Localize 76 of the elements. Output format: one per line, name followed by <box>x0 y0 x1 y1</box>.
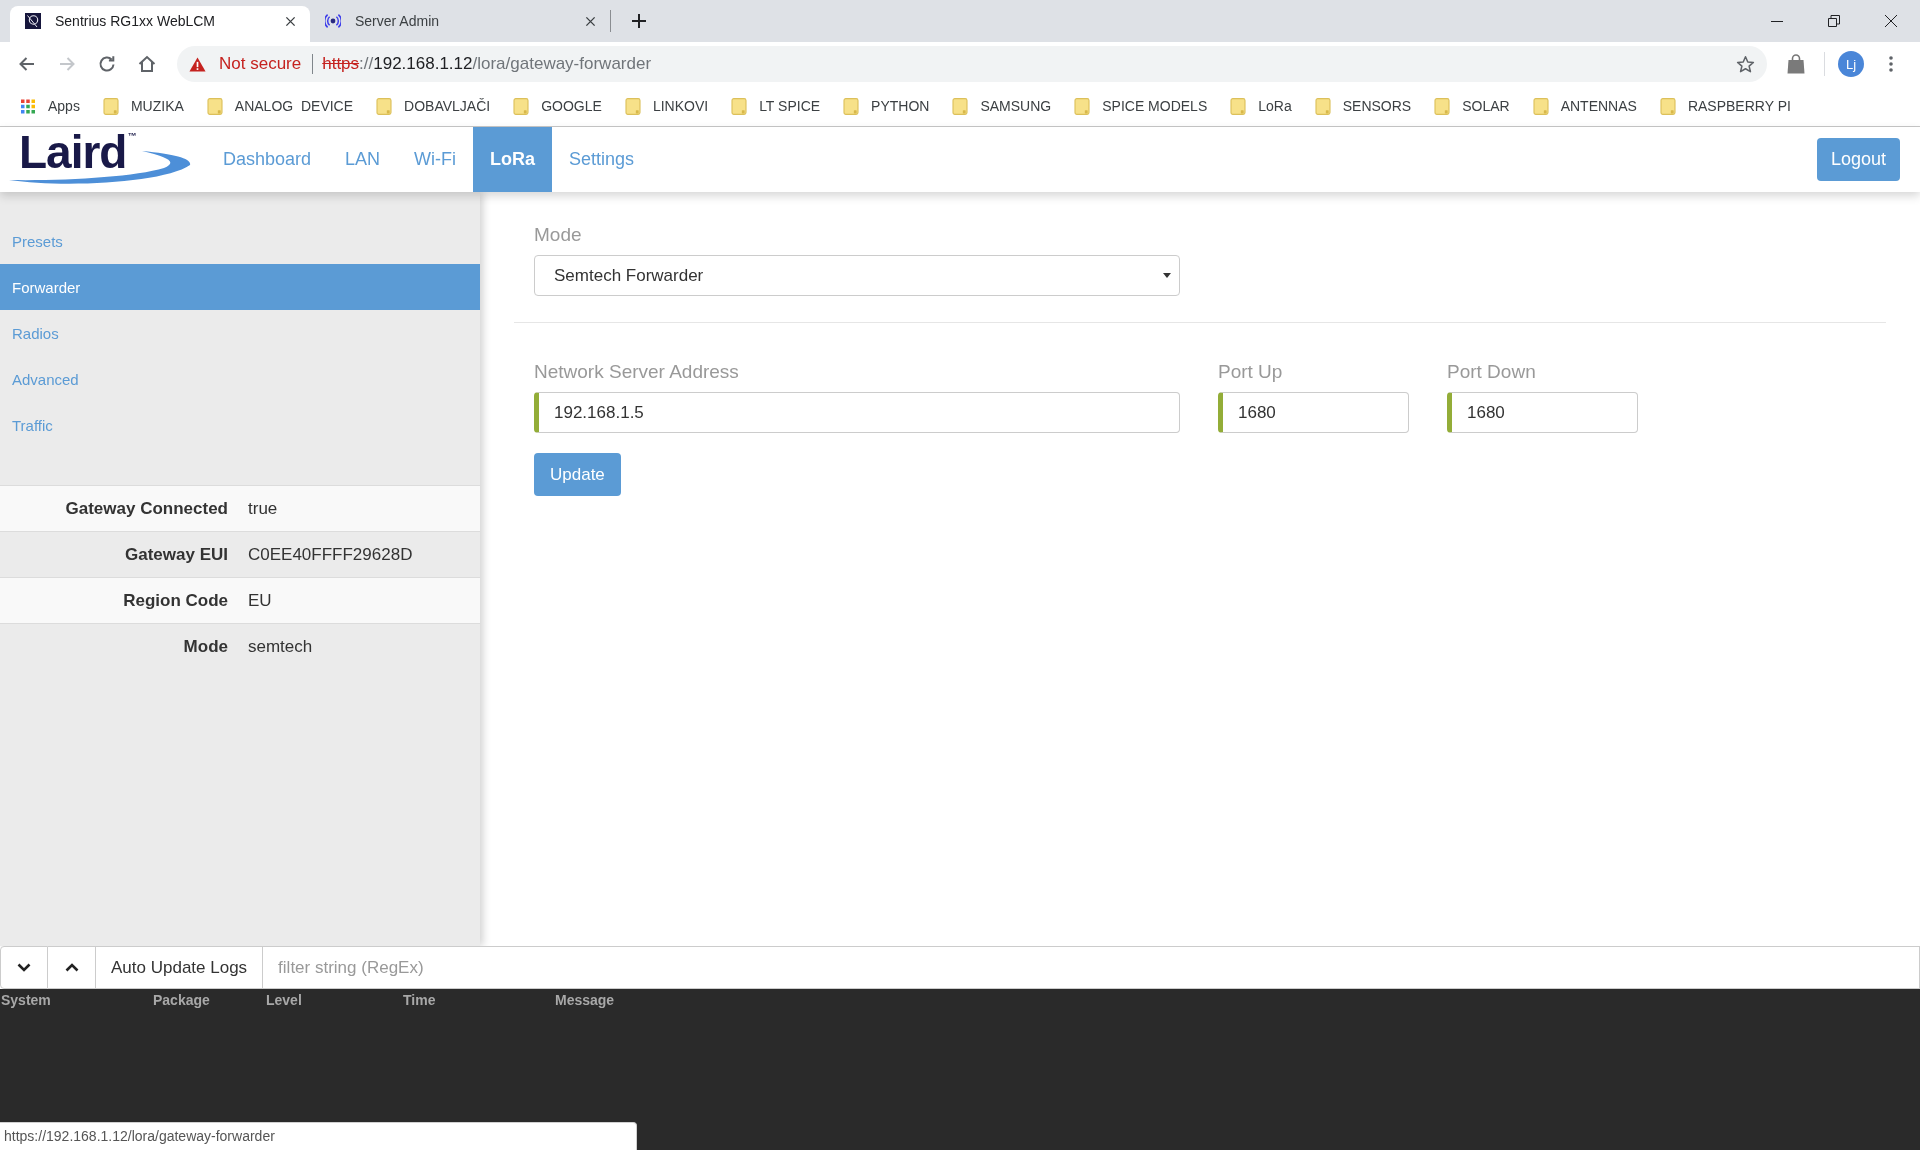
close-icon[interactable] <box>285 15 296 27</box>
input-field[interactable]: 1680 <box>1447 392 1638 433</box>
browser-tab[interactable]: Sentrius RG1xx WebLCM <box>10 6 310 42</box>
home-icon[interactable] <box>137 54 157 74</box>
info-value: semtech <box>248 636 313 657</box>
bookmark[interactable]: SAMSUNG <box>952 97 1052 115</box>
bookmark[interactable]: PYTHON <box>843 97 930 115</box>
bookmark[interactable]: SOLAR <box>1434 97 1510 115</box>
folder-icon <box>376 97 393 115</box>
auto-update-button[interactable]: Auto Update Logs <box>96 946 264 989</box>
bookmark[interactable]: ANALOG DEVICE <box>206 97 354 115</box>
folder-icon <box>731 97 748 115</box>
favicon-icon <box>25 13 41 29</box>
bookmark[interactable]: Apps <box>20 97 80 115</box>
caret-icon <box>1163 273 1171 278</box>
bookmark[interactable]: SENSORS <box>1314 97 1412 115</box>
input-field[interactable]: 1680 <box>1218 392 1409 433</box>
info-value: C0EE40FFFF29628D <box>248 544 413 565</box>
star-icon[interactable] <box>1736 54 1755 74</box>
folder-icon <box>1659 97 1676 115</box>
restore-icon[interactable] <box>1828 15 1840 27</box>
status-url: https://192.168.1.12/lora/gateway-forwarder <box>0 1122 637 1150</box>
column-header: Time <box>403 992 436 1008</box>
info-label: Gateway EUI <box>125 544 228 565</box>
column-header: System <box>1 992 51 1008</box>
info-label: Mode <box>183 636 228 657</box>
info-label: Region Code <box>123 590 228 611</box>
new-tab-icon[interactable] <box>632 14 646 28</box>
folder-icon <box>1434 97 1451 115</box>
column-header: Message <box>555 992 615 1008</box>
folder-icon <box>206 97 223 115</box>
close-icon[interactable] <box>585 15 596 27</box>
filter-input[interactable]: filter string (RegEx) <box>263 946 1920 989</box>
mode-select[interactable]: Semtech Forwarder <box>534 255 1180 296</box>
info-value: EU <box>248 590 272 611</box>
field-label: Port Up <box>1218 361 1284 383</box>
folder-icon <box>1074 97 1091 115</box>
input-field[interactable]: 192.168.1.5 <box>534 392 1180 433</box>
security-label[interactable]: Not secure <box>219 54 302 74</box>
bookmark[interactable]: LT SPICE <box>731 97 821 115</box>
bookmark[interactable]: DOBAVLJAČI <box>376 97 491 115</box>
bookmark[interactable]: RASPBERRY PI <box>1659 97 1791 115</box>
menu-icon[interactable] <box>1889 56 1893 72</box>
signal-icon <box>325 13 341 29</box>
browser-tab[interactable]: Server Admin <box>310 6 610 42</box>
address-bar[interactable]: Not secure https://192.168.1.12/lora/gateway-forwarder <box>177 46 1767 82</box>
folder-icon <box>1532 97 1549 115</box>
chevron-up-icon <box>64 963 79 972</box>
folder-icon <box>624 97 641 115</box>
folder-icon <box>513 97 530 115</box>
field-label: Network Server Address <box>534 361 740 383</box>
bookmark[interactable]: SPICE MODELS <box>1074 97 1208 115</box>
folder-icon <box>102 97 119 115</box>
field-label: Port Down <box>1447 361 1537 383</box>
reload-icon[interactable] <box>97 54 117 74</box>
shopping-bag-icon[interactable] <box>1787 54 1805 74</box>
folder-icon <box>1314 97 1331 115</box>
folder-icon <box>952 97 969 115</box>
apps-grid-icon <box>20 97 36 115</box>
url-text[interactable]: https://192.168.1.12/lora/gateway-forwarder <box>322 54 652 74</box>
field-label: Mode <box>534 224 582 246</box>
folder-icon <box>1230 97 1247 115</box>
bookmark[interactable]: LINKOVI <box>624 97 709 115</box>
folder-icon <box>843 97 860 115</box>
info-value: true <box>248 498 278 519</box>
bookmark[interactable]: LoRa <box>1230 97 1292 115</box>
bookmark[interactable]: MUZIKA <box>102 97 184 115</box>
bookmark[interactable]: GOOGLE <box>513 97 602 115</box>
profile-avatar[interactable]: Lj <box>1838 51 1864 77</box>
close-icon[interactable] <box>1885 15 1897 27</box>
bookmark[interactable]: ANTENNAS <box>1532 97 1637 115</box>
column-header: Package <box>153 992 210 1008</box>
logo-text: Laird$^{™}$ <box>19 129 137 175</box>
column-header: Level <box>266 992 302 1008</box>
info-label: Gateway Connected <box>65 498 228 519</box>
chevron-down-icon <box>17 963 31 972</box>
